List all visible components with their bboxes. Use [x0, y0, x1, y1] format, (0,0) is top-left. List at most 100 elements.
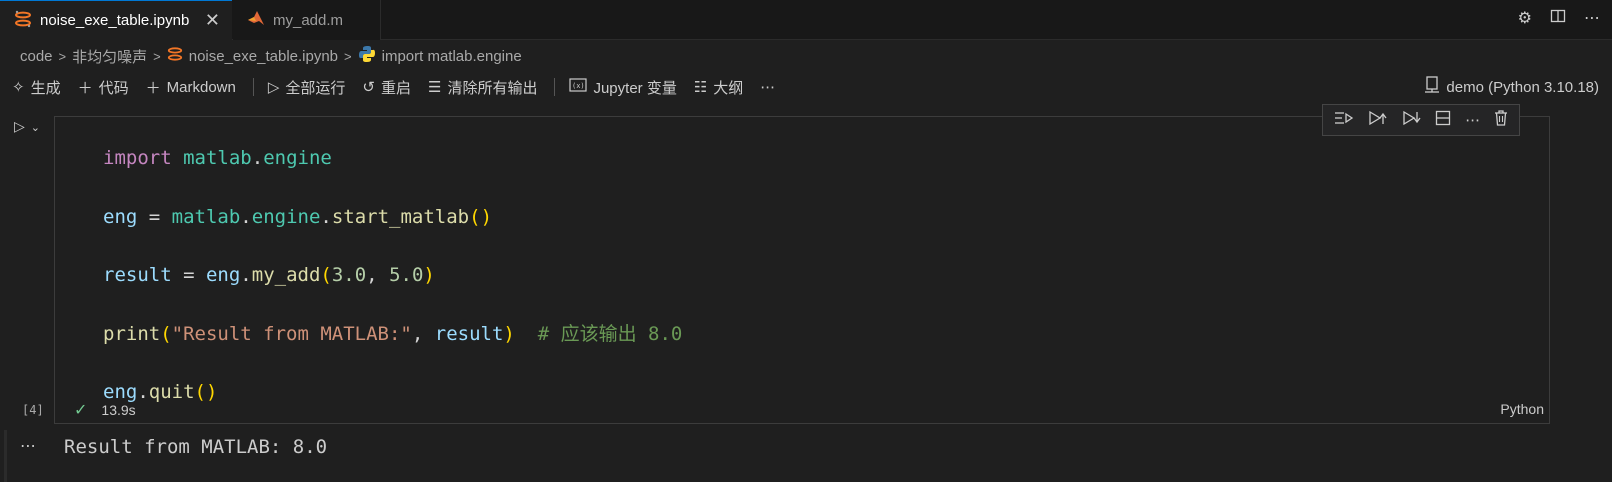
code-token: "Result from MATLAB:" [171, 322, 412, 345]
code-token: . [251, 147, 264, 169]
run-all-button[interactable]: ▷ 全部运行 [268, 77, 346, 98]
more-button[interactable]: ⋯ [760, 78, 775, 96]
add-markdown-button[interactable]: ＋ Markdown [146, 77, 236, 98]
python-icon [358, 45, 376, 67]
code-token: engine [263, 147, 332, 169]
tab-my-add[interactable]: my_add.m [233, 0, 381, 40]
more-actions-icon[interactable]: ⋯ [1584, 8, 1600, 29]
cell-status: ✓ 13.9s [74, 400, 136, 420]
code-token: , [366, 264, 390, 286]
code-token: matlab [183, 147, 252, 169]
breadcrumb: code > 非均匀噪声 > noise_exe_table.ipynb > i… [20, 44, 522, 68]
gear-icon[interactable]: ⚙ [1518, 8, 1532, 29]
output-actions-icon[interactable]: ⋯ [20, 436, 36, 456]
code-line: print("Result from MATLAB:", result) # 应… [103, 305, 682, 364]
code-token: eng [205, 264, 241, 286]
execution-duration: 13.9s [101, 402, 136, 418]
code-token: 5.0 [389, 264, 424, 286]
code-token: . [320, 205, 332, 228]
variables-button[interactable]: (x) Jupyter 变量 [569, 77, 677, 98]
restart-button[interactable]: ↺ 重启 [362, 77, 411, 98]
matlab-icon [245, 9, 267, 31]
clear-outputs-label: 清除所有输出 [447, 79, 538, 97]
run-and-above-icon[interactable] [1368, 110, 1388, 130]
trash-icon[interactable] [1494, 110, 1508, 130]
code-token: , [411, 322, 435, 345]
code-token: ) [423, 264, 435, 286]
code-line: eng = matlab.engine.start_matlab() [103, 188, 682, 247]
code-token: result [103, 264, 172, 286]
editor-actions: ⚙ ⋯ [1518, 8, 1600, 29]
close-icon[interactable]: ✕ [205, 10, 220, 31]
cell-output: Result from MATLAB: 8.0 [64, 436, 328, 458]
run-above-icon[interactable] [1334, 110, 1354, 130]
add-code-label: 代码 [98, 79, 129, 97]
cell-run-controls: ▷ ⌄ [14, 118, 40, 135]
chevron-down-icon[interactable]: ⌄ [31, 118, 40, 135]
breadcrumb-item[interactable]: code [20, 48, 53, 65]
generate-button[interactable]: ✧ 生成 [12, 77, 61, 98]
tab-label: noise_exe_table.ipynb [40, 12, 190, 29]
code-token: import [103, 147, 172, 169]
split-cell-icon[interactable] [1435, 110, 1451, 130]
code-token: # 应该输出 8.0 [514, 322, 683, 345]
code-token: 3.0 [331, 264, 367, 286]
clear-all-icon: ☰ [428, 79, 442, 96]
chevron-right-icon: > [58, 48, 67, 64]
code-token: ( [320, 264, 332, 286]
add-code-button[interactable]: ＋ 代码 [78, 77, 129, 98]
code-token: . [240, 264, 252, 286]
plus-icon: ＋ [77, 79, 93, 97]
split-editor-icon[interactable] [1550, 8, 1566, 29]
toolbar-divider [554, 78, 556, 96]
more-actions-icon[interactable]: ⋯ [1465, 111, 1480, 129]
code-token: ) [206, 381, 218, 403]
svg-text:(x): (x) [572, 82, 585, 90]
kernel-picker[interactable]: demo (Python 3.10.18) [1424, 72, 1599, 102]
editor-tab-bar: noise_exe_table.ipynb ✕ my_add.m ⚙ ⋯ [0, 0, 1612, 40]
code-token: ) [503, 322, 515, 345]
code-token: result [434, 322, 504, 345]
code-editor[interactable]: import matlab.engine eng = matlab.engine.… [103, 129, 682, 422]
code-token: my_add [251, 264, 321, 286]
code-token: print [103, 322, 161, 345]
clear-outputs-button[interactable]: ☰ 清除所有输出 [428, 77, 537, 98]
code-token: engine [251, 205, 321, 228]
outline-button[interactable]: ☷ 大纲 [694, 77, 743, 98]
restart-label: 重启 [380, 79, 411, 97]
code-cell[interactable]: import matlab.engine eng = matlab.engine.… [54, 116, 1550, 424]
code-token: eng [103, 205, 138, 228]
code-token: ( [160, 322, 172, 345]
cell-language[interactable]: Python [1500, 401, 1544, 417]
restart-icon: ↺ [362, 79, 375, 96]
toolbar-divider [252, 78, 254, 96]
plus-icon: ＋ [145, 79, 161, 97]
chevron-right-icon: > [153, 48, 161, 64]
sparkle-icon: ✧ [12, 79, 25, 96]
add-markdown-label: Markdown [166, 78, 236, 96]
run-all-label: 全部运行 [285, 79, 346, 97]
breadcrumb-item[interactable]: 非均匀噪声 [72, 46, 147, 67]
variables-label: Jupyter 变量 [593, 79, 677, 97]
code-token: ( [469, 205, 481, 228]
code-token: ( [194, 381, 206, 403]
run-cell-icon[interactable]: ▷ [14, 118, 25, 135]
run-and-below-icon[interactable] [1402, 110, 1422, 130]
code-line: eng.quit() [103, 363, 682, 422]
chevron-right-icon: > [344, 48, 352, 64]
tab-noise-exe-table[interactable]: noise_exe_table.ipynb ✕ [0, 0, 232, 40]
cell-toolbar: ⋯ [1322, 104, 1520, 136]
code-token: . [240, 205, 252, 228]
code-line: result = eng.my_add(3.0, 5.0) [103, 246, 682, 305]
variables-icon: (x) [569, 78, 588, 96]
jupyter-icon [167, 46, 183, 66]
code-token: = [171, 264, 206, 286]
breadcrumb-item[interactable]: import matlab.engine [382, 48, 522, 65]
code-token: ) [480, 205, 493, 228]
outline-label: 大纲 [713, 79, 744, 97]
code-token: . [137, 381, 149, 403]
output-gutter [4, 430, 7, 482]
breadcrumb-item[interactable]: noise_exe_table.ipynb [189, 48, 338, 65]
code-line: import matlab.engine [103, 129, 682, 188]
run-all-icon: ▷ [267, 79, 280, 96]
